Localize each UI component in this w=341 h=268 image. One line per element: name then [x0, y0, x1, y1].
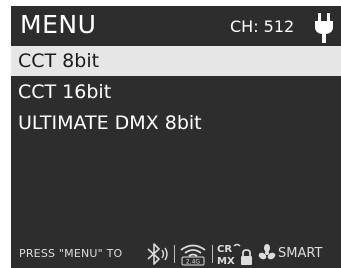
menu-item-cct-8bit[interactable]: CCT 8bit	[11, 46, 341, 76]
separator	[174, 245, 175, 263]
display-screen: MENU CH: 512 CCT 8bit CCT 16bit ULTIMATE…	[11, 6, 341, 268]
header-bar: MENU CH: 512	[11, 6, 341, 44]
hint-text: PRESS "MENU" TO	[19, 247, 123, 260]
crmx-label-top: CR	[217, 244, 232, 255]
bluetooth-icon	[147, 243, 168, 265]
plug-icon	[315, 13, 333, 43]
menu-item-ultimate-dmx-8bit[interactable]: ULTIMATE DMX 8bit	[11, 108, 341, 138]
page-title: MENU	[20, 10, 97, 39]
channel-readout: CH: 512	[230, 17, 295, 36]
lock-icon	[241, 249, 252, 265]
menu-item-cct-16bit[interactable]: CCT 16bit	[11, 77, 341, 107]
wireless-2g4-icon: 2.4G	[180, 244, 206, 266]
crmx-icon: CR MX	[217, 243, 252, 266]
separator	[212, 245, 213, 263]
wireless-band-label: 2.4G	[186, 259, 201, 266]
status-bar: PRESS "MENU" TO 2.4G CR MX SMART	[11, 239, 341, 268]
crmx-label-bottom: MX	[217, 256, 235, 266]
device-frame: MENU CH: 512 CCT 8bit CCT 16bit ULTIMATE…	[0, 0, 341, 268]
fan-icon	[258, 244, 276, 260]
mode-label: SMART	[278, 246, 323, 261]
